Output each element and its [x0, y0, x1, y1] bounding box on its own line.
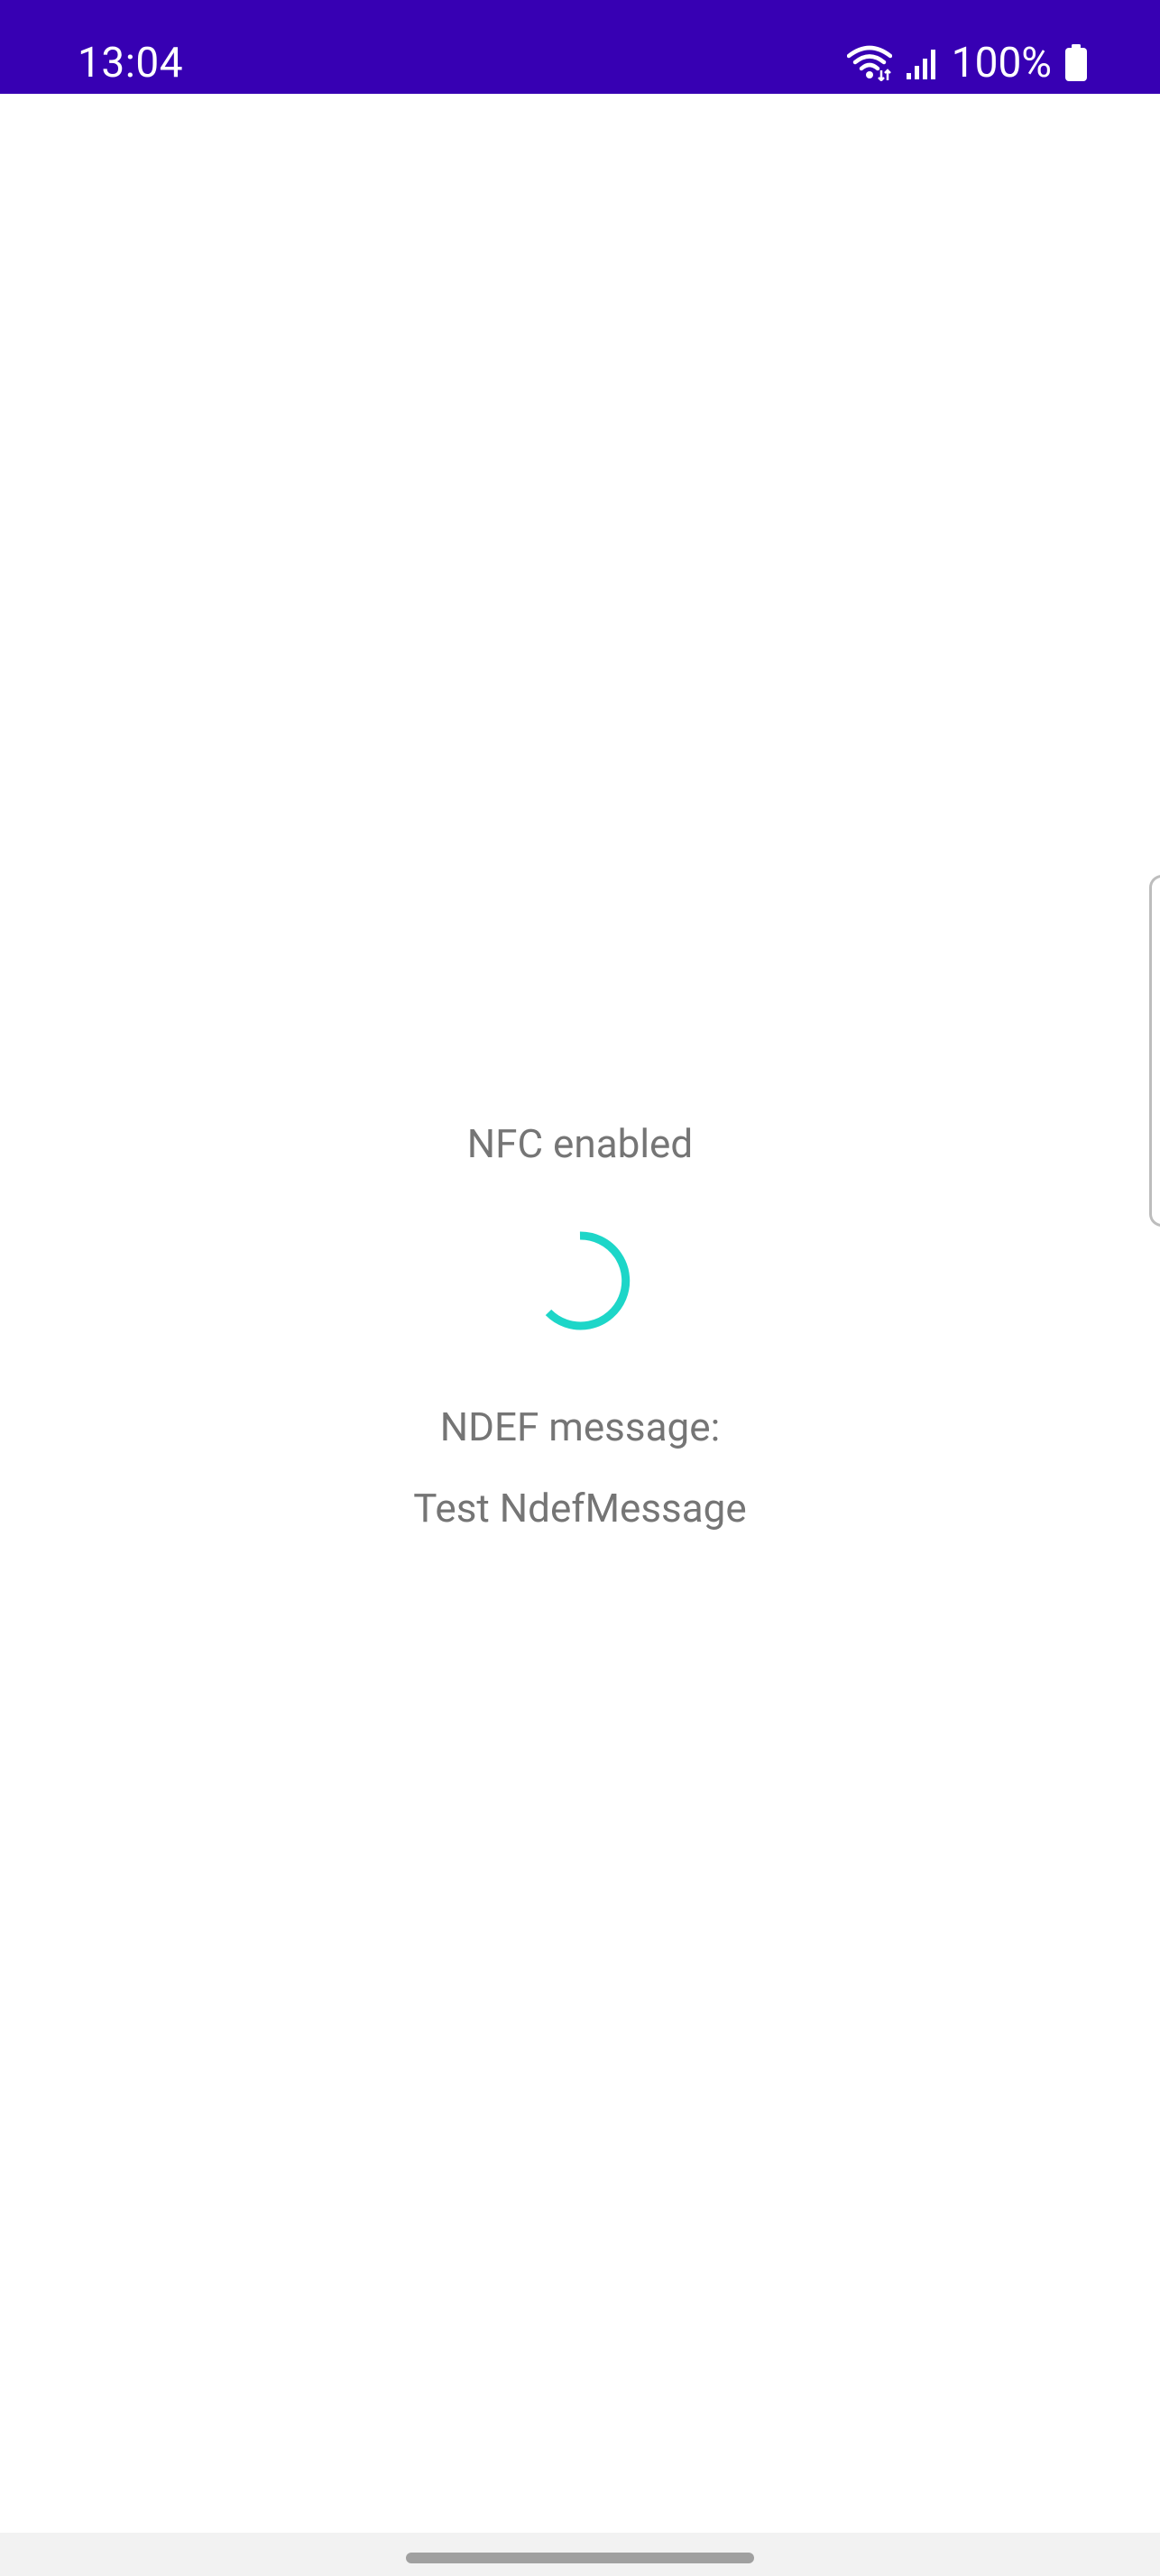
status-icons: 100%	[846, 36, 1088, 90]
battery-percentage: 100%	[951, 39, 1052, 87]
ndef-message-label: NDEF message:	[439, 1403, 721, 1450]
ndef-message-value: Test NdefMessage	[413, 1485, 747, 1532]
cellular-signal-icon	[905, 46, 939, 80]
main-content: NFC enabled NDEF message: Test NdefMessa…	[0, 94, 1160, 2533]
battery-icon	[1064, 44, 1088, 82]
loading-spinner	[545, 1231, 631, 1330]
status-bar: 13:04 100%	[0, 0, 1160, 94]
home-gesture-handle[interactable]	[406, 2553, 754, 2563]
nfc-status-text: NFC enabled	[466, 1120, 694, 1167]
wifi-icon	[846, 45, 892, 81]
app-screen: 13:04 100% NFC enabled NDEF message: Tes…	[0, 0, 1160, 2576]
navigation-bar	[0, 2533, 1160, 2576]
edge-panel-handle[interactable]	[1149, 875, 1160, 1227]
status-time: 13:04	[78, 39, 184, 87]
